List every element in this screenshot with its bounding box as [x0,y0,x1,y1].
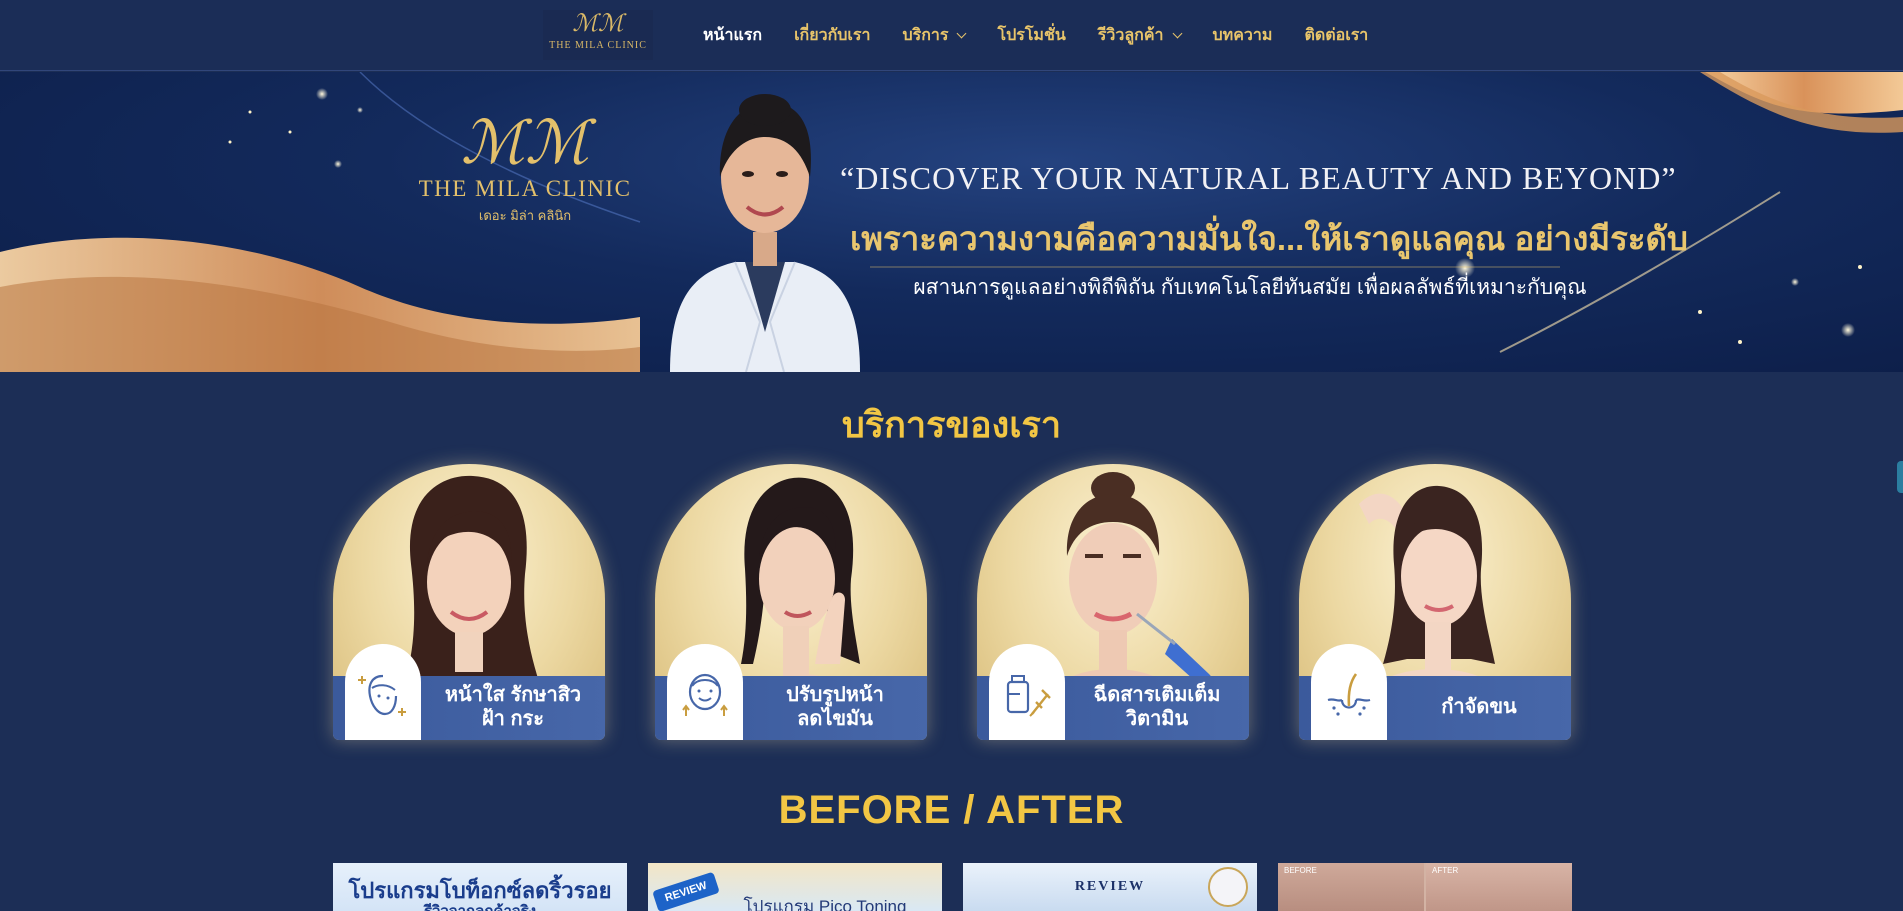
after-label: AFTER [1432,866,1459,875]
menu-item-promotions[interactable]: โปรโมชั่น [997,23,1065,48]
injection-icon [1006,675,1051,717]
hero-slogan: “DISCOVER YOUR NATURAL BEAUTY AND BEYOND… [840,160,1677,196]
menu-item-articles[interactable]: บทความ [1213,23,1273,48]
services-title: บริการของเรา [841,404,1062,445]
service-card-label: ฉีดสารเติมเต็ม วิตามิน [1093,684,1221,730]
main-menu: หน้าแรก เกี่ยวกับเรา บริการ โปรโมชั่น รี… [703,0,1368,71]
top-navbar: ℳℳ THE MILA CLINIC หน้าแรก เกี่ยวกับเรา … [0,0,1903,71]
face-contour-icon [682,673,728,716]
service-icon-badge [989,644,1065,740]
avatar [1208,867,1248,907]
review-subtitle: รีวิวจากลูกค้าจริง [333,899,627,911]
chevron-down-icon [1172,28,1182,39]
service-card-label: หน้าใส รักษาสิว ฝ้า กระ [444,684,582,730]
menu-item-contact[interactable]: ติดต่อเรา [1304,23,1368,48]
doctor-photo [670,94,860,372]
hero-logo-name: THE MILA CLINIC [418,176,632,201]
hero-logo: ℳℳ THE MILA CLINIC เดอะ มิล่า คลินิก [410,112,640,226]
review-card-pico[interactable]: REVIEW โปรแกรม Pico Toning [648,863,942,911]
service-icon-badge [345,644,421,740]
review-card-lips[interactable]: BEFORE AFTER [1278,863,1572,911]
review-title: โปรแกรม Pico Toning [743,897,907,911]
review-card-botox[interactable]: โปรแกรมโบท็อกซ์ลดริ้วรอย รีวิวจากลูกค้าจ… [333,863,627,911]
chevron-down-icon [957,28,967,39]
hero-banner[interactable]: ℳℳ THE MILA CLINIC เดอะ มิล่า คลินิก “DI… [0,72,1903,372]
site-logo[interactable]: ℳℳ THE MILA CLINIC [543,10,653,60]
service-icon-badge [667,644,743,740]
service-card-face-contour[interactable]: ปรับรูปหน้า ลดไขมัน [655,464,927,740]
logo-mark: ℳℳ [572,9,624,37]
menu-item-about[interactable]: เกี่ยวกับเรา [794,23,870,48]
before-after-title: BEFORE / AFTER [778,788,1125,832]
hero-logo-subtitle: เดอะ มิล่า คลินิก [478,208,572,223]
review-card-3[interactable]: REVIEW [963,863,1257,911]
hero-subtagline: ผสานการดูแลอย่างพิถีพิถัน กับเทคโนโลยีทั… [913,276,1587,299]
logo-name: THE MILA CLINIC [549,40,647,51]
side-widget-tab[interactable] [1897,461,1903,493]
service-card-label: ปรับรูปหน้า ลดไขมัน [786,684,884,730]
menu-item-reviews[interactable]: รีวิวลูกค้า [1098,23,1182,48]
hero-tagline: เพราะความงามคือความมั่นใจ...ให้เราดูแลคุ… [850,220,1688,257]
service-card-label: กำจัดขน [1441,696,1517,718]
menu-item-home[interactable]: หน้าแรก [703,23,762,48]
hair-removal-icon [1327,673,1371,716]
service-card-filler[interactable]: ฉีดสารเติมเต็ม วิตามิน [977,464,1249,740]
menu-item-services[interactable]: บริการ [902,23,967,48]
service-icon-badge [1311,644,1387,740]
face-care-icon [358,674,406,716]
service-card-acne[interactable]: หน้าใส รักษาสิว ฝ้า กระ [333,464,605,740]
before-label: BEFORE [1284,866,1317,875]
hero-logo-mark: ℳℳ [460,108,590,178]
service-card-hair-removal[interactable]: กำจัดขน [1299,464,1571,740]
